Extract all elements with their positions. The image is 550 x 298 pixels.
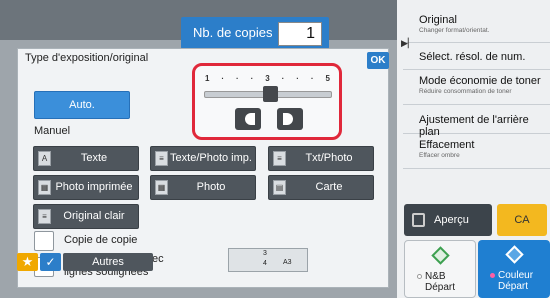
- copy-of-copy-label: Copie de copie: [64, 234, 138, 246]
- mode-text-printed-photo-button[interactable]: ≡ Texte/Photo imp.: [150, 146, 256, 171]
- paper-size-label: A3: [283, 259, 292, 266]
- text-photo-mode-icon: ≡: [155, 151, 168, 166]
- mode-text-photo-button[interactable]: ≡ Txt/Photo: [268, 146, 374, 171]
- resolution-setting[interactable]: Sélect. résol. de num.: [403, 44, 550, 70]
- color-dot-icon: [490, 272, 495, 278]
- copies-label: Nb. de copies: [193, 25, 273, 40]
- erase-subtitle: Effacer ombre: [419, 152, 460, 159]
- exposure-increase-button[interactable]: [277, 108, 303, 130]
- scale-mark: ·: [310, 74, 314, 83]
- resolution-title: Sélect. résol. de num.: [419, 51, 526, 63]
- text-mode-icon: A: [38, 151, 51, 166]
- exposure-slider-thumb[interactable]: [263, 86, 278, 102]
- mode-photo-label: Photo: [196, 181, 226, 193]
- panel-collapse-icon[interactable]: ▶▏: [401, 38, 415, 49]
- mode-text-label: Texte: [80, 152, 108, 164]
- mode-text-button[interactable]: A Texte: [33, 146, 139, 171]
- scale-mark: ·: [236, 74, 239, 83]
- color-label: Couleur: [498, 270, 534, 281]
- mode-map-label: Carte: [315, 181, 343, 193]
- mode-text-photo-label: Txt/Photo: [305, 152, 353, 164]
- copy-of-copy-checkbox[interactable]: [34, 231, 54, 251]
- original-title: Original: [419, 14, 457, 26]
- scale-mark: 1: [205, 74, 210, 83]
- tray-number-3: 3: [263, 250, 267, 257]
- mode-map-button[interactable]: ▤ Carte: [268, 175, 374, 200]
- erase-setting[interactable]: Effacement Effacer ombre: [403, 135, 550, 169]
- mode-text-printed-photo-label: Texte/Photo imp.: [170, 152, 252, 164]
- toner-saving-subtitle: Réduire consommation de toner: [419, 88, 512, 95]
- original-setting[interactable]: Original Changer format/orientat.: [403, 10, 550, 43]
- map-mode-icon: ▤: [273, 180, 286, 195]
- exposure-dialog: Type d'exposition/original OK Auto. Manu…: [17, 48, 389, 288]
- copies-input[interactable]: 1: [278, 22, 322, 46]
- mode-light-original-button[interactable]: ≡ Original clair: [33, 204, 139, 229]
- copies-field[interactable]: Nb. de copies 1: [181, 17, 329, 49]
- start-diamond-icon: [505, 245, 524, 264]
- background-adjust-setting[interactable]: Ajustement de l'arrière plan: [403, 106, 550, 138]
- color-start-label: Départ: [498, 281, 529, 292]
- light-original-mode-icon: ≡: [38, 209, 51, 224]
- star-icon[interactable]: ★: [17, 253, 38, 271]
- auto-button[interactable]: Auto.: [34, 91, 130, 119]
- autres-button[interactable]: Autres: [63, 253, 153, 271]
- ok-button[interactable]: OK: [367, 52, 389, 69]
- start-diamond-icon: [431, 246, 450, 265]
- toner-saving-title: Mode économie de toner: [419, 75, 541, 87]
- printed-photo-mode-icon: ▦: [38, 180, 51, 195]
- tray-number-4: 4: [263, 260, 267, 267]
- bw-start-button[interactable]: N&B Départ: [404, 240, 476, 298]
- manual-label: Manuel: [34, 125, 71, 137]
- bw-start-label: Départ: [425, 282, 456, 293]
- preview-label: Aperçu: [434, 214, 469, 226]
- mode-printed-photo-button[interactable]: ▦ Photo imprimée: [33, 175, 139, 200]
- check-icon[interactable]: ✓: [40, 253, 61, 271]
- original-subtitle: Changer format/orientat.: [419, 27, 490, 34]
- preview-icon: [412, 213, 425, 227]
- mode-photo-button[interactable]: ▦ Photo: [150, 175, 256, 200]
- preview-button[interactable]: Aperçu: [404, 204, 492, 236]
- mode-light-original-label: Original clair: [63, 210, 125, 222]
- scale-mark: ·: [221, 74, 225, 83]
- color-start-button[interactable]: Couleur Départ: [478, 240, 550, 298]
- scale-mark: ·: [296, 74, 299, 83]
- exposure-control: 1 · · · 3 · · · 5: [192, 63, 342, 140]
- clear-all-button[interactable]: CA: [497, 204, 547, 236]
- exposure-scale: 1 · · · 3 · · · 5: [205, 74, 330, 83]
- bw-dot-icon: [417, 273, 422, 279]
- paper-tray-indicator[interactable]: 3 4 A3: [228, 248, 308, 272]
- bw-label: N&B: [425, 271, 446, 282]
- scale-mark: ·: [281, 74, 285, 83]
- dialog-title: Type d'exposition/original: [25, 52, 149, 64]
- erase-title: Effacement: [419, 139, 475, 151]
- exposure-decrease-button[interactable]: [235, 108, 261, 130]
- photo-mode-icon: ▦: [155, 180, 168, 195]
- toner-saving-setting[interactable]: Mode économie de toner Réduire consommat…: [403, 71, 550, 105]
- scale-mark: ·: [250, 74, 254, 83]
- txt-photo-mode-icon: ≡: [273, 151, 286, 166]
- scale-mark: 5: [325, 74, 330, 83]
- scale-mark: 3: [265, 74, 270, 83]
- mode-printed-photo-label: Photo imprimée: [55, 181, 133, 193]
